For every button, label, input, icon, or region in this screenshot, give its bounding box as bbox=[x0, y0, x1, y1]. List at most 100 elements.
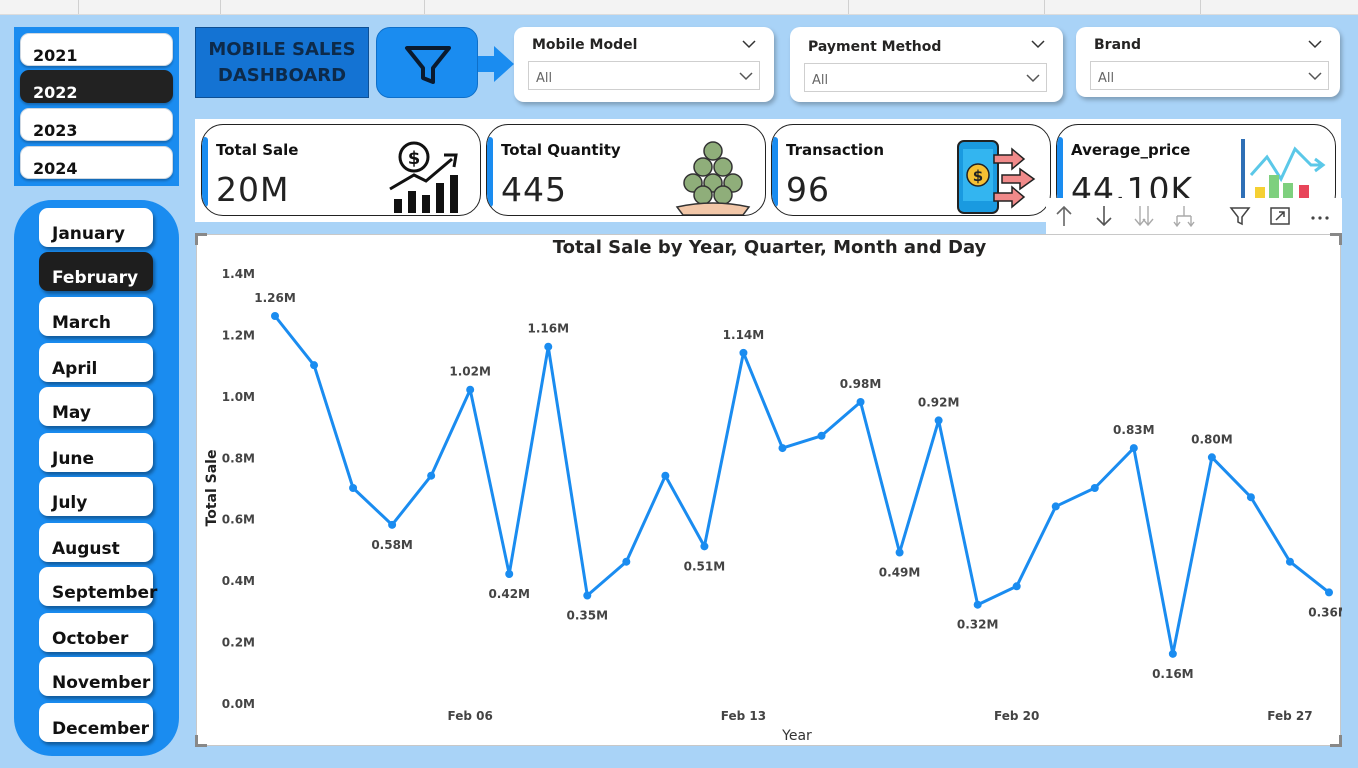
slicer-label: Mobile Model bbox=[532, 37, 638, 53]
data-label: 0.49M bbox=[879, 566, 921, 580]
mobile-model-dropdown[interactable]: All bbox=[528, 61, 760, 90]
year-button-2021[interactable]: 2021 bbox=[20, 33, 173, 66]
resize-handle[interactable] bbox=[1330, 735, 1342, 747]
focus-mode-icon[interactable] bbox=[1268, 204, 1292, 228]
year-button-2022[interactable]: 2022 bbox=[20, 70, 173, 103]
expand-all-down-icon[interactable] bbox=[1132, 204, 1156, 228]
kpi-card-transaction: Transaction 96 $ bbox=[771, 124, 1051, 216]
month-button-november[interactable]: November bbox=[39, 657, 153, 696]
data-point bbox=[310, 361, 319, 370]
dropdown-value: All bbox=[536, 71, 553, 86]
svg-text:$: $ bbox=[973, 167, 983, 185]
year-button-2023[interactable]: 2023 bbox=[20, 108, 173, 141]
sales-growth-icon: $ bbox=[389, 141, 458, 213]
line-chart: 0.0M 0.2M 0.4M 0.6M 0.8M 1.0M 1.2M 1.4M Feb 06 Fe… bbox=[204, 267, 1342, 744]
month-button-april[interactable]: April bbox=[39, 343, 153, 382]
dashboard-title-box: MOBILE SALES DASHBOARD bbox=[195, 27, 369, 98]
y-tick-label: 0.4M bbox=[222, 574, 255, 588]
dropdown-value: All bbox=[1098, 71, 1115, 86]
data-label: 0.92M bbox=[918, 395, 960, 409]
line-chart-visual[interactable]: Total Sale by Year, Quarter, Month and D… bbox=[196, 234, 1342, 746]
data-label: 1.02M bbox=[449, 365, 491, 379]
data-point bbox=[1129, 444, 1138, 453]
slicer-label: Payment Method bbox=[808, 39, 942, 55]
month-button-september[interactable]: September bbox=[39, 567, 157, 606]
resize-handle[interactable] bbox=[1330, 233, 1342, 245]
year-button-2024[interactable]: 2024 bbox=[20, 146, 173, 179]
data-point bbox=[895, 548, 904, 557]
more-options-icon[interactable] bbox=[1308, 204, 1332, 228]
month-button-december[interactable]: December bbox=[39, 703, 153, 742]
month-button-june[interactable]: June bbox=[39, 433, 153, 472]
kpi-card-total-quantity: Total Quantity 445 bbox=[486, 124, 766, 216]
data-point bbox=[427, 471, 436, 480]
data-point bbox=[1325, 588, 1333, 597]
card-accent bbox=[202, 137, 208, 207]
data-point bbox=[934, 416, 943, 425]
data-label: 0.35M bbox=[567, 609, 609, 623]
month-button-february[interactable]: February bbox=[39, 252, 153, 291]
chevron-down-icon[interactable] bbox=[1031, 37, 1045, 51]
kpi-label: Total Sale bbox=[216, 141, 299, 159]
data-point bbox=[1051, 502, 1060, 511]
data-point bbox=[1207, 453, 1216, 462]
drill-up-icon[interactable] bbox=[1052, 204, 1076, 228]
chevron-down-icon bbox=[1026, 74, 1040, 83]
brand-dropdown[interactable]: All bbox=[1090, 61, 1329, 90]
data-point bbox=[1090, 484, 1099, 492]
month-button-may[interactable]: May bbox=[39, 387, 153, 426]
data-point bbox=[1012, 582, 1021, 591]
slicer-label: Brand bbox=[1094, 37, 1142, 53]
drill-down-icon[interactable] bbox=[1092, 204, 1116, 228]
brand-slicer: Brand All bbox=[1076, 27, 1340, 97]
chevron-down-icon[interactable] bbox=[742, 37, 756, 51]
dropdown-value: All bbox=[812, 73, 829, 88]
data-label: 0.16M bbox=[1152, 667, 1194, 681]
dashboard-title: MOBILE SALES DASHBOARD bbox=[208, 38, 356, 86]
data-point bbox=[778, 444, 787, 453]
y-tick-label: 1.4M bbox=[222, 267, 255, 281]
expand-hierarchy-icon[interactable] bbox=[1172, 204, 1196, 228]
month-button-july[interactable]: July bbox=[39, 477, 153, 516]
data-label: 0.32M bbox=[957, 618, 999, 632]
month-button-march[interactable]: March bbox=[39, 297, 153, 336]
data-point bbox=[700, 542, 709, 551]
data-label: 1.26M bbox=[254, 291, 296, 305]
data-point bbox=[1246, 493, 1255, 502]
data-label: 0.80M bbox=[1191, 432, 1233, 446]
data-point bbox=[271, 312, 279, 320]
kpi-value: 445 bbox=[501, 170, 567, 209]
filter-icon[interactable] bbox=[1228, 204, 1252, 228]
resize-handle[interactable] bbox=[195, 735, 207, 747]
card-accent bbox=[772, 137, 778, 207]
data-point bbox=[817, 431, 826, 440]
month-button-october[interactable]: October bbox=[39, 613, 153, 652]
year-slicer: 2021 2022 2023 2024 bbox=[14, 27, 179, 186]
data-point bbox=[973, 600, 982, 609]
month-slicer: January February March April May June Ju… bbox=[14, 200, 179, 756]
data-label: 1.16M bbox=[527, 322, 569, 336]
data-point bbox=[1168, 649, 1177, 658]
card-accent bbox=[487, 137, 493, 207]
filter-pane-button[interactable] bbox=[376, 27, 478, 98]
data-point bbox=[505, 570, 514, 578]
data-point bbox=[466, 385, 475, 394]
chevron-down-icon bbox=[1308, 72, 1322, 81]
data-label: 0.83M bbox=[1113, 423, 1155, 437]
data-point bbox=[622, 557, 631, 566]
y-tick-label: 0.2M bbox=[222, 636, 255, 650]
data-point bbox=[661, 471, 670, 480]
month-button-august[interactable]: August bbox=[39, 523, 153, 562]
month-button-january[interactable]: January bbox=[39, 208, 153, 247]
payment-method-dropdown[interactable]: All bbox=[804, 63, 1047, 92]
y-tick-label: 0.0M bbox=[222, 697, 255, 711]
data-point bbox=[1285, 557, 1294, 566]
chevron-down-icon[interactable] bbox=[1308, 37, 1322, 51]
x-tick-label: Feb 13 bbox=[721, 709, 766, 723]
mobile-model-slicer: Mobile Model All bbox=[514, 27, 774, 102]
card-accent bbox=[1057, 137, 1063, 207]
kpi-value: 20M bbox=[216, 170, 290, 209]
resize-handle[interactable] bbox=[195, 233, 207, 245]
data-label: 1.14M bbox=[723, 328, 765, 342]
visual-header-toolbar bbox=[1046, 198, 1342, 234]
